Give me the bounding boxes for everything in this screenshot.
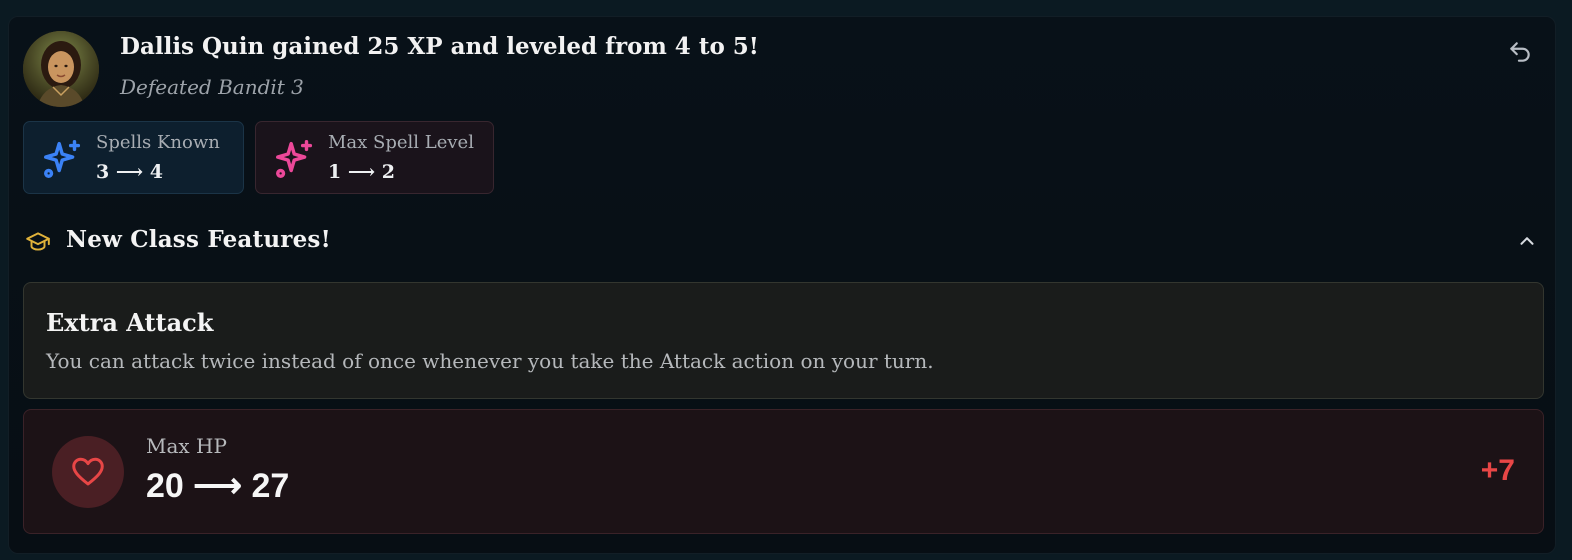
feature-name: Extra Attack bbox=[46, 308, 214, 337]
heart-badge bbox=[52, 436, 124, 508]
stat-value: 1 ⟶ 2 bbox=[328, 161, 395, 183]
stat-chip-max-spell-level: Max Spell Level 1 ⟶ 2 bbox=[255, 121, 494, 194]
sparkles-icon bbox=[276, 140, 313, 178]
undo-button[interactable] bbox=[1505, 37, 1535, 67]
max-hp-card: Max HP 20 ⟶ 27 +7 bbox=[23, 409, 1544, 534]
stat-label: Spells Known bbox=[96, 132, 220, 153]
chevron-up-icon bbox=[1520, 237, 1534, 245]
level-up-reason: Defeated Bandit 3 bbox=[120, 75, 304, 99]
feature-description: You can attack twice instead of once whe… bbox=[46, 349, 934, 373]
graduation-cap-icon bbox=[26, 232, 50, 251]
heart-icon bbox=[72, 457, 104, 486]
character-avatar bbox=[23, 31, 99, 107]
class-features-title: New Class Features! bbox=[66, 226, 331, 253]
stat-value: 3 ⟶ 4 bbox=[96, 161, 163, 183]
stat-chip-spells-known: Spells Known 3 ⟶ 4 bbox=[23, 121, 244, 194]
feature-card: Extra Attack You can attack twice instea… bbox=[23, 282, 1544, 399]
stat-label: Max Spell Level bbox=[328, 132, 474, 153]
portrait-image bbox=[23, 31, 99, 107]
sparkles-icon bbox=[44, 140, 81, 178]
class-features-header[interactable]: New Class Features! bbox=[23, 223, 1543, 259]
collapse-toggle[interactable] bbox=[1513, 227, 1541, 255]
level-up-card: Dallis Quin gained 25 XP and leveled fro… bbox=[8, 16, 1556, 554]
hp-label: Max HP bbox=[146, 434, 227, 458]
hp-delta: +7 bbox=[1480, 454, 1515, 487]
undo-icon bbox=[1510, 42, 1530, 62]
level-up-headline: Dallis Quin gained 25 XP and leveled fro… bbox=[120, 33, 759, 60]
hp-value: 20 ⟶ 27 bbox=[146, 467, 290, 505]
